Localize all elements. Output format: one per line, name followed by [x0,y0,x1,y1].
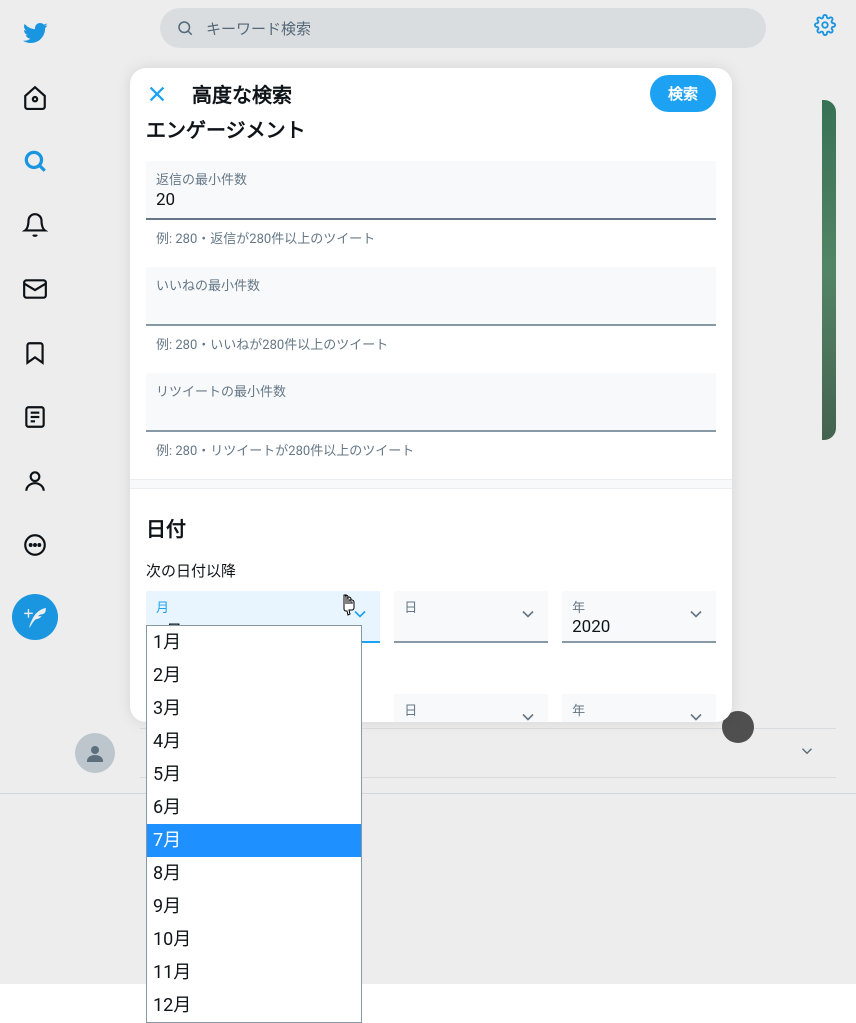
field-label: リツイートの最小件数 [156,381,706,400]
select-label: 年 [572,704,585,719]
select-label: 年 [572,601,585,616]
field-value [156,294,706,318]
modal-header: 高度な検索 検索 [130,68,732,120]
chevron-down-icon [686,707,706,722]
field-label: 返信の最小件数 [156,169,706,188]
field-hint: 例: 280・返信が280件以上のツイート [146,220,716,259]
select-label: 月 [156,601,169,616]
close-button[interactable] [146,83,168,105]
field-label: いいねの最小件数 [156,275,706,294]
dropdown-option[interactable]: 12月 [147,989,361,1022]
dropdown-option[interactable]: 8月 [147,857,361,890]
field-value [156,400,706,424]
field-value: 20 [156,188,706,212]
dropdown-option[interactable]: 11月 [147,956,361,989]
dropdown-option[interactable]: 7月 [147,824,361,857]
year-select[interactable]: 年 2020 [562,591,716,643]
date-section-title: 日付 [130,501,732,556]
search-submit-button[interactable]: 検索 [650,75,716,112]
day-select[interactable]: 日 [394,591,548,643]
dropdown-option[interactable]: 4月 [147,725,361,758]
dropdown-option[interactable]: 2月 [147,659,361,692]
dropdown-option[interactable]: 9月 [147,890,361,923]
min-retweets-field[interactable]: リツイートの最小件数 [146,373,716,432]
min-likes-field[interactable]: いいねの最小件数 [146,267,716,326]
chevron-down-icon [518,707,538,722]
section-divider [130,479,732,489]
select-label: 日 [404,704,417,719]
modal-title: 高度な検索 [192,79,292,108]
dropdown-option[interactable]: 3月 [147,692,361,725]
advanced-search-modal: 高度な検索 検索 エンゲージメント 返信の最小件数 20 例: 280・返信が2… [130,68,732,722]
date-from-label: 次の日付以降 [130,556,732,591]
dropdown-option[interactable]: 10月 [147,923,361,956]
dropdown-option[interactable]: 1月 [147,626,361,659]
dropdown-option[interactable]: 6月 [147,791,361,824]
select-label: 日 [404,601,417,616]
month-dropdown: 1月2月3月4月5月6月7月8月9月10月11月12月 [146,625,362,1023]
field-hint: 例: 280・いいねが280件以上のツイート [146,326,716,365]
min-replies-field[interactable]: 返信の最小件数 20 [146,161,716,220]
chevron-down-icon [518,604,538,628]
day-select[interactable]: 日 [394,694,548,722]
chevron-down-icon [686,604,706,628]
year-select[interactable]: 年 [562,694,716,722]
field-hint: 例: 280・リツイートが280件以上のツイート [146,432,716,471]
engagement-section-title: エンゲージメント [130,120,732,153]
dropdown-option[interactable]: 5月 [147,758,361,791]
